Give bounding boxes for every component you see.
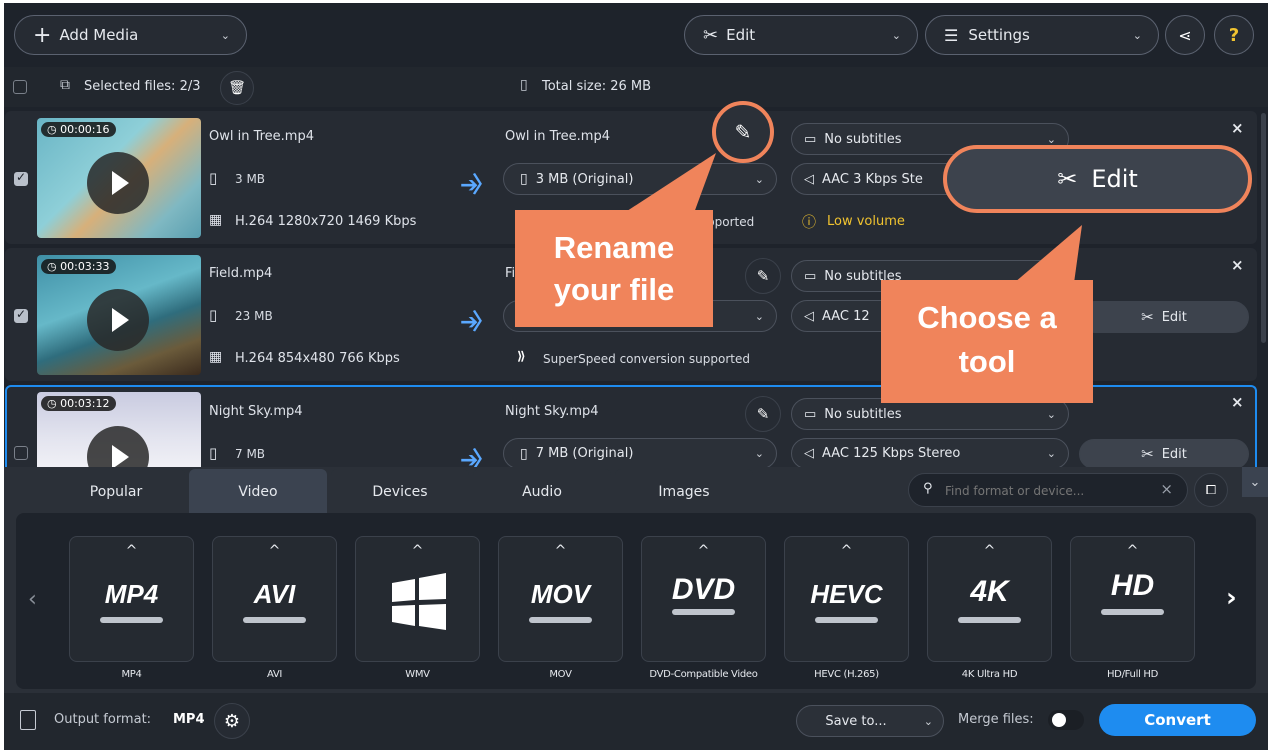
convert-button[interactable]: Convert [1099, 704, 1256, 736]
tab-images[interactable]: Images [615, 469, 753, 514]
toggle-knob [1052, 713, 1066, 727]
output-format-label: Output format: [54, 712, 152, 727]
save-to-button[interactable]: Save to... ⌄ [796, 705, 944, 737]
search-icon: ⚲ [923, 481, 933, 496]
gear-icon: ⚙ [223, 710, 241, 732]
format-label: WMV [405, 669, 430, 680]
format-card-avi[interactable]: ^ AVI [212, 536, 337, 662]
disc-bar [672, 609, 735, 615]
chevron-down-icon: ⌄ [923, 714, 933, 728]
format-search: ⚲ × [908, 473, 1188, 507]
format-card-dvd[interactable]: ^ DVD [641, 536, 766, 662]
collapse-panel-button[interactable]: ⌄ [1242, 467, 1268, 497]
format-label: MOV [549, 669, 572, 680]
mp4-logo: MP4 [104, 579, 159, 609]
format-label: AVI [266, 669, 283, 680]
tab-devices[interactable]: Devices [331, 469, 469, 514]
avi-logo: AVI [253, 579, 296, 609]
hevc-logo: HEVC [810, 579, 883, 609]
app-window: + Add Media ⌄ ✂ Edit ⌄ ☰ Settings ⌄ ⋖ ? … [4, 3, 1268, 750]
chevron-up-icon: ^ [268, 543, 281, 559]
video-badge [100, 617, 163, 623]
video-badge [243, 617, 306, 623]
tab-popular[interactable]: Popular [47, 469, 185, 514]
format-card-mp4[interactable]: ^ MP4 [69, 536, 194, 662]
format-label: DVD-Compatible Video [649, 669, 758, 680]
4k-logo: 4K [970, 575, 1009, 608]
chevron-down-icon: ⌄ [1249, 474, 1261, 490]
chevron-up-icon: ^ [840, 543, 853, 559]
rename-callout-text: Rename your file [553, 230, 675, 307]
choose-callout-text: Choose a tool [917, 300, 1057, 379]
chevron-up-icon: ^ [983, 543, 996, 559]
format-label: 4K Ultra HD [961, 669, 1018, 680]
format-label: HD/Full HD [1106, 669, 1159, 680]
video-badge [815, 617, 878, 623]
save-to-label: Save to... [825, 713, 887, 729]
output-settings-button[interactable]: ⚙ [214, 703, 250, 739]
rename-callout: Rename your file [515, 210, 713, 327]
footer-bar: Output format: MP4 ⚙ Save to... ⌄ Merge … [4, 693, 1268, 750]
format-card-hd[interactable]: ^ HD [1070, 536, 1195, 662]
chevron-up-icon: ^ [411, 543, 424, 559]
format-search-input[interactable] [943, 480, 1147, 502]
dvd-logo: DVD [671, 573, 736, 606]
scroll-right-icon[interactable]: › [1226, 583, 1237, 613]
rename-callout-pointer [624, 153, 716, 213]
format-card-mov[interactable]: ^ MOV [498, 536, 623, 662]
chevron-up-icon: ^ [125, 543, 138, 559]
merge-files-toggle[interactable] [1048, 710, 1084, 730]
chevron-up-icon: ^ [1126, 543, 1139, 559]
format-label: HEVC (H.265) [814, 669, 879, 680]
tab-video[interactable]: Video [189, 469, 327, 514]
detect-device-button[interactable]: ⧠ [1194, 473, 1228, 507]
merge-files-label: Merge files: [958, 712, 1034, 727]
tab-audio[interactable]: Audio [473, 469, 611, 514]
choose-tool-callout: Choose a tool [881, 280, 1093, 403]
output-format-value: MP4 [173, 712, 205, 727]
format-card-4k[interactable]: ^ 4K [927, 536, 1052, 662]
chevron-up-icon: ^ [554, 543, 567, 559]
video-badge [529, 617, 592, 623]
format-label: MP4 [121, 669, 142, 680]
video-badge [958, 617, 1021, 623]
mov-logo: MOV [530, 579, 591, 609]
chevron-up-icon: ^ [697, 543, 710, 559]
detect-device-icon: ⧠ [1205, 482, 1217, 498]
format-card-wmv[interactable]: ^ [355, 536, 480, 662]
clear-search-icon[interactable]: × [1160, 480, 1173, 498]
hd-logo: HD [1110, 569, 1155, 602]
format-card-hevc[interactable]: ^ HEVC [784, 536, 909, 662]
windows-logo-icon [392, 573, 446, 630]
disc-bar [1101, 609, 1164, 615]
scroll-left-icon[interactable]: ‹ [28, 587, 37, 612]
output-format-icon [20, 710, 36, 730]
choose-callout-pointer [1014, 225, 1082, 283]
